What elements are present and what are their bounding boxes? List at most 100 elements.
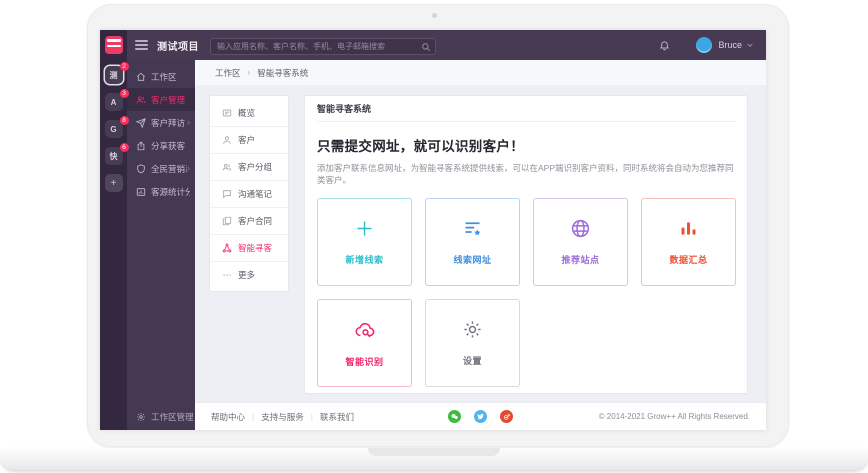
search-input[interactable] [210,37,436,55]
card-data-summary[interactable]: 数据汇总 [641,198,736,286]
rail-app-1[interactable]: 测 2 [104,62,129,84]
sidebar-item-label: 客户管理 [151,94,186,105]
menu-item-more[interactable]: 更多 [210,261,288,288]
menu-item-customers[interactable]: 客户 [210,126,288,153]
rail-app-2[interactable]: A 3 [104,89,129,111]
menu-item-label: 智能寻客 [238,243,273,253]
chat-bubble-icon [222,189,232,199]
rail-app-2-badge: 3 [119,89,129,98]
menu-item-label: 更多 [238,270,256,280]
footer-separator: | [310,411,313,422]
card-smart-recognition[interactable]: 智能识别 [317,299,412,387]
sidebar-nav: 工作区 客户管理 客户拜访 › 分享获客 全民营销 › 客源统计分 工作区管理 [127,60,195,430]
plus-icon: + [110,177,117,189]
sidebar-item-label: 分享获客 [151,140,186,151]
add-app-button[interactable]: + [104,174,123,192]
card-new-lead[interactable]: 新增线索 [317,198,412,286]
wechat-icon[interactable] [448,410,461,423]
rail-app-4-label: 快 [109,151,118,161]
app-rail: 测 2 A 3 G 8 快 6 + [100,60,129,430]
user-menu-chevron-down-icon[interactable] [746,41,754,49]
sidebar-item-label: 全民营销系统 [151,163,187,174]
card-recommended-sites[interactable]: 推荐站点 [533,198,628,286]
card-label: 新增线索 [345,255,384,265]
shield-icon [136,163,146,174]
footer-link-support[interactable]: 支持与服务 [261,411,304,423]
menu-item-customer-contracts[interactable]: 客户合同 [210,207,288,234]
sidebar-item-workspace[interactable]: 工作区 [127,65,195,88]
topbar-right: Bruce [659,37,766,53]
sidebar-item-share-acquisition[interactable]: 分享获客 [127,134,195,157]
menu-toggle-icon[interactable] [135,38,148,52]
workspace-settings[interactable]: 工作区管理 [127,403,195,430]
sidebar-item-customer-visit[interactable]: 客户拜访 › [127,111,195,134]
sidebar-item-label: 工作区 [151,71,177,82]
sidebar-item-marketing-system[interactable]: 全民营销系统 › [127,157,195,180]
globe-icon [570,218,591,244]
rail-app-4[interactable]: 快 6 [104,143,129,165]
chart-icon [136,187,146,197]
bar-chart-icon [678,218,699,244]
chevron-right-icon: › [187,163,190,173]
breadcrumb-workspace[interactable]: 工作区 [215,67,241,79]
users-icon [136,95,146,105]
menu-item-communication-notes[interactable]: 沟通笔记 [210,180,288,207]
paper-plane-icon [136,117,146,128]
hero-title: 只需提交网址，就可以识别客户！ [317,139,524,154]
user-name[interactable]: Bruce [718,40,742,50]
plus-icon [354,218,375,244]
notifications-bell-icon[interactable] [659,39,670,51]
app-window: 测试项目 Bruce 测 [100,30,766,430]
group-icon [222,162,232,172]
footer-link-help-center[interactable]: 帮助中心 [211,411,245,423]
module-menu: 概览 客户 客户分组 沟通笔记 客户合同 智能寻客 更多 [209,95,289,292]
menu-item-label: 概览 [238,107,256,118]
contract-icon [222,216,232,226]
action-cards: 新增线索 线索网址 推荐站点 数据汇总 智能识别 设置 [317,198,736,387]
topbar: 测试项目 Bruce [100,30,766,60]
card-settings[interactable]: 设置 [425,299,520,387]
main-panel: 智能寻客系统 只需提交网址，就可以识别客户！ 添加客户联系信息网址，为智能寻客系… [304,95,748,394]
breadcrumb-separator: › [247,68,251,77]
footer-social-icons [426,410,535,423]
card-label: 数据汇总 [669,255,708,265]
rail-app-1-badge: 2 [119,62,129,71]
twitter-icon[interactable] [474,410,487,423]
share-icon [136,140,146,151]
menu-item-label: 客户分组 [238,162,273,172]
rail-app-3-label: G [110,124,117,134]
footer-separator: | [252,411,255,422]
card-lead-urls[interactable]: 线索网址 [425,198,520,286]
sidebar-item-label: 客户拜访 [151,117,186,128]
workspace-settings-label: 工作区管理 [151,411,194,422]
app-footer: 帮助中心 | 支持与服务 | 联系我们 © 2014-2021 Grow++ A… [195,402,766,430]
sidebar-item-customer-management[interactable]: 客户管理 [127,88,195,111]
search-icon[interactable] [421,39,431,57]
rail-app-3[interactable]: G 8 [104,116,129,138]
app-body: 测 2 A 3 G 8 快 6 + 工作区 客户管理 客户拜访 › 分享获客 全… [100,60,766,430]
laptop-mockup: 测试项目 Bruce 测 [0,0,868,473]
menu-item-overview[interactable]: 概览 [210,99,288,126]
gear-icon [136,412,146,422]
card-label: 设置 [462,356,482,366]
weibo-icon[interactable] [500,410,513,423]
workspace-title: 测试项目 [157,41,199,53]
laptop-base [0,448,868,470]
footer-link-contact[interactable]: 联系我们 [320,411,354,423]
app-logo[interactable] [104,36,123,54]
sidebar-item-customer-statistics[interactable]: 客源统计分析 [127,180,195,203]
search-box [210,36,436,55]
menu-item-customer-groups[interactable]: 客户分组 [210,153,288,180]
user-avatar[interactable] [696,37,713,53]
menu-item-smart-prospecting[interactable]: 智能寻客 [210,234,288,261]
home-icon [136,72,146,82]
person-icon [222,135,232,145]
card-label: 线索网址 [453,255,492,265]
logo-corner [100,30,127,60]
share-nodes-icon [222,243,232,253]
card-label: 推荐站点 [561,255,600,265]
rail-app-2-label: A [110,97,117,107]
content-area: 概览 客户 客户分组 沟通笔记 客户合同 智能寻客 更多 智能寻客系统 只需提交… [195,85,766,402]
rail-app-1-label: 测 [109,70,118,80]
gear-icon [462,319,483,345]
